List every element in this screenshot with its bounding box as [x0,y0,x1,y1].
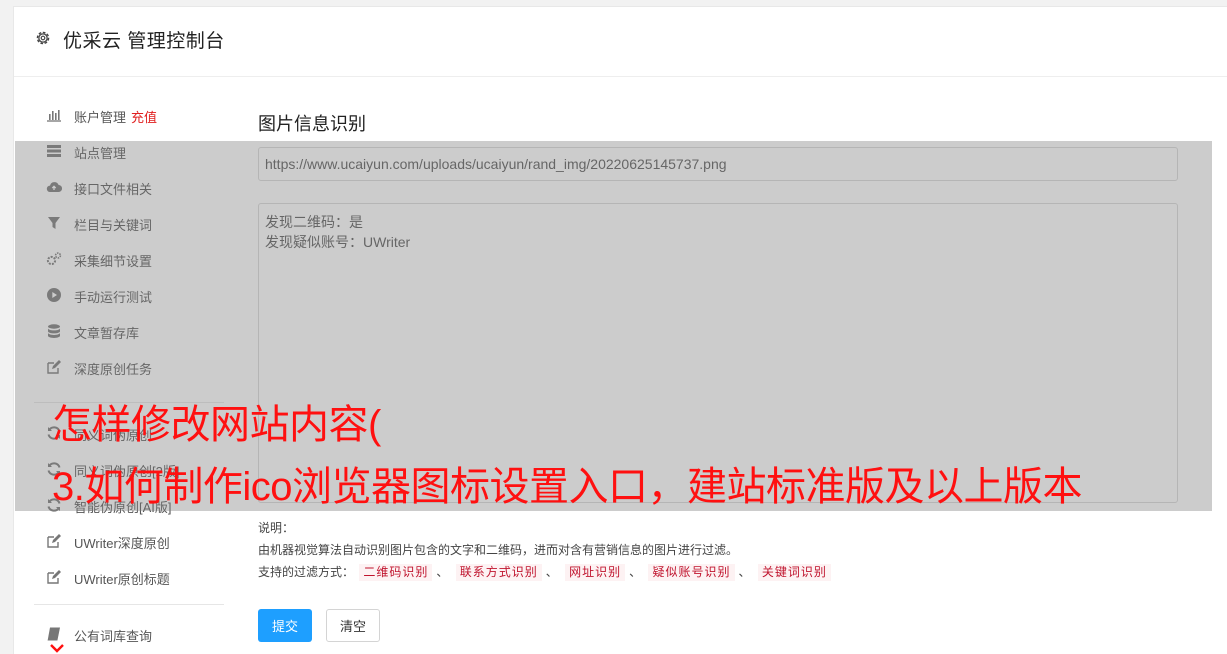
filter-tag: 关键词识别 [757,564,831,581]
bar-chart-icon [47,110,61,122]
arrow-icon [50,644,64,653]
clear-button[interactable]: 清空 [326,609,380,642]
description: 说明： 由机器视觉算法自动识别图片包含的文字和二维码，进而对含有营销信息的图片进… [258,517,1178,583]
header: 优采云 管理控制台 [14,7,1227,77]
sidebar-item-account[interactable]: 账户管理 充值 [34,97,224,133]
sidebar-item-uwriter-title[interactable]: UWriter原创标题 [34,559,224,595]
desc-label: 说明： [258,521,295,535]
sidebar-item-label: 账户管理 [74,110,127,125]
desc-text: 由机器视觉算法自动识别图片包含的文字和二维码，进而对含有营销信息的图片进行过滤。 [258,543,739,557]
filter-tag: 疑似账号识别 [648,564,735,581]
overlay-caption-line-2: 3.如何制作ico浏览器图标设置入口，建站标准版及以上版本 [52,465,1083,509]
filter-tag: 联系方式识别 [455,564,542,581]
sidebar-item-label: UWriter深度原创 [74,536,170,551]
filter-tag: 网址识别 [565,564,626,581]
sidebar-divider [34,604,224,605]
submit-button[interactable]: 提交 [258,609,312,642]
filter-label: 支持的过滤方式： [258,565,355,579]
edit-icon [47,570,61,584]
edit-icon [47,534,61,548]
book-icon [47,627,60,641]
gray-overlay [15,141,1212,511]
filter-tag: 二维码识别 [359,564,433,581]
section-title: 图片信息识别 [258,114,366,134]
filter-methods: 支持的过滤方式： 二维码识别、 联系方式识别、 网址识别、 疑似账号识别、 关键… [258,561,1178,583]
sidebar-item-label: UWriter原创标题 [74,572,170,587]
recharge-link[interactable]: 充值 [131,110,157,125]
overlay-caption-line-1: 怎样修改网站内容( [52,403,381,447]
sidebar-item-uwriter-deep[interactable]: UWriter深度原创 [34,523,224,559]
sidebar-item-label: 公有词库查询 [74,629,153,644]
page-title: 优采云 管理控制台 [63,31,225,52]
gear-icon [36,31,50,45]
